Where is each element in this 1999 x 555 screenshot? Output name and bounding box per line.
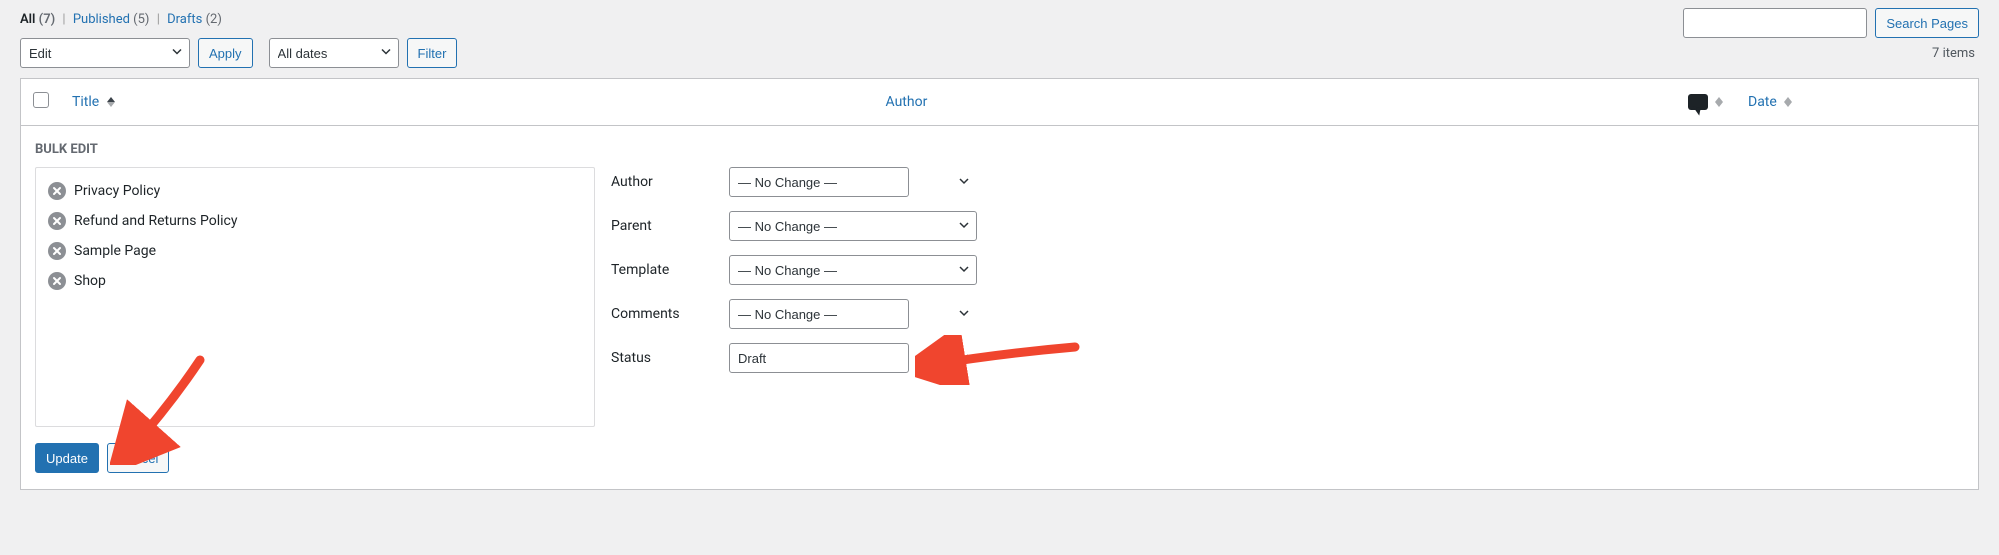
bulk-item: Privacy Policy [46, 176, 584, 206]
bulk-item: Shop [46, 266, 584, 296]
pages-table: Title Author Date [20, 78, 1979, 490]
bulk-item-title: Shop [74, 273, 106, 289]
table-head: Title Author Date [21, 79, 1978, 126]
select-all-checkbox[interactable] [33, 92, 49, 108]
filters-row: Edit Apply All dates Filter 7 items [20, 38, 1979, 78]
bulk-edit-columns: Privacy Policy Refund and Returns Policy [35, 167, 1964, 427]
column-date[interactable]: Date [1738, 79, 1978, 126]
update-button[interactable]: Update [35, 443, 99, 473]
separator: | [153, 12, 164, 27]
bulk-fields: Author — No Change — Parent — No Change … [611, 167, 977, 373]
field-status-select-wrap: Draft [729, 343, 977, 373]
bulk-submit-row: Update Cancel [35, 443, 1964, 473]
tab-published[interactable]: Published (5) [73, 12, 150, 27]
bulk-item-title: Sample Page [74, 243, 156, 259]
bulk-item-title: Refund and Returns Policy [74, 213, 237, 229]
search-box: Search Pages [1683, 8, 1979, 38]
column-title[interactable]: Title [62, 79, 876, 126]
remove-icon[interactable] [48, 272, 66, 290]
field-status-label: Status [611, 350, 721, 366]
remove-icon[interactable] [48, 182, 66, 200]
tab-all[interactable]: All (7) [20, 12, 55, 27]
field-template-label: Template [611, 262, 721, 278]
field-parent-label: Parent [611, 218, 721, 234]
tab-all-count: (7) [39, 12, 56, 27]
field-status-select[interactable]: Draft [729, 343, 909, 373]
sort-icon [1784, 97, 1792, 107]
sort-icon [107, 97, 115, 107]
column-title-label: Title [72, 94, 99, 110]
date-filter-select[interactable]: All dates [269, 38, 399, 68]
bulk-action-select-wrap: Edit [20, 38, 190, 68]
field-parent-select[interactable]: — No Change — [729, 211, 977, 241]
remove-icon[interactable] [48, 242, 66, 260]
chevron-down-icon [959, 350, 969, 366]
bulk-item: Sample Page [46, 236, 584, 266]
bulk-item-title: Privacy Policy [74, 183, 160, 199]
items-count: 7 items [1932, 46, 1979, 61]
bulk-edit-legend: BULK EDIT [35, 142, 1964, 157]
field-author-select[interactable]: — No Change — [729, 167, 909, 197]
comment-bubble-icon [1688, 94, 1708, 110]
tab-published-count: (5) [133, 12, 149, 27]
separator: | [58, 12, 69, 27]
cancel-button[interactable]: Cancel [107, 443, 169, 473]
column-date-label: Date [1748, 94, 1777, 110]
search-pages-button[interactable]: Search Pages [1875, 8, 1979, 38]
field-author-select-wrap: — No Change — [729, 167, 977, 197]
bulk-item: Refund and Returns Policy [46, 206, 584, 236]
search-input[interactable] [1683, 8, 1867, 38]
field-template-select-wrap: — No Change — [729, 255, 977, 285]
bulk-edit-row: BULK EDIT Privacy Policy [21, 126, 1978, 489]
filter-button[interactable]: Filter [407, 38, 458, 68]
tab-drafts-count: (2) [206, 12, 222, 27]
field-comments-select[interactable]: — No Change — [729, 299, 909, 329]
top-row: All (7) | Published (5) | Drafts (2) Sea… [20, 8, 1979, 38]
field-author-label: Author [611, 174, 721, 190]
field-comments-label: Comments [611, 306, 721, 322]
date-filter-select-wrap: All dates [269, 38, 399, 68]
field-template-select[interactable]: — No Change — [729, 255, 977, 285]
status-filter-tabs: All (7) | Published (5) | Drafts (2) [20, 8, 222, 37]
bulk-action-select[interactable]: Edit [20, 38, 190, 68]
select-all-cell [21, 79, 62, 126]
chevron-down-icon [959, 174, 969, 190]
field-comments-select-wrap: — No Change — [729, 299, 977, 329]
sort-icon [1715, 97, 1723, 107]
apply-button[interactable]: Apply [198, 38, 253, 68]
page-wrap: All (7) | Published (5) | Drafts (2) Sea… [0, 0, 1999, 510]
bulk-titles-box: Privacy Policy Refund and Returns Policy [35, 167, 595, 427]
column-author[interactable]: Author [876, 79, 1678, 126]
chevron-down-icon [959, 306, 969, 322]
remove-icon[interactable] [48, 212, 66, 230]
field-parent-select-wrap: — No Change — [729, 211, 977, 241]
filters-left: Edit Apply All dates Filter [20, 38, 457, 68]
tab-drafts[interactable]: Drafts (2) [167, 12, 222, 27]
column-comments[interactable] [1678, 79, 1738, 126]
